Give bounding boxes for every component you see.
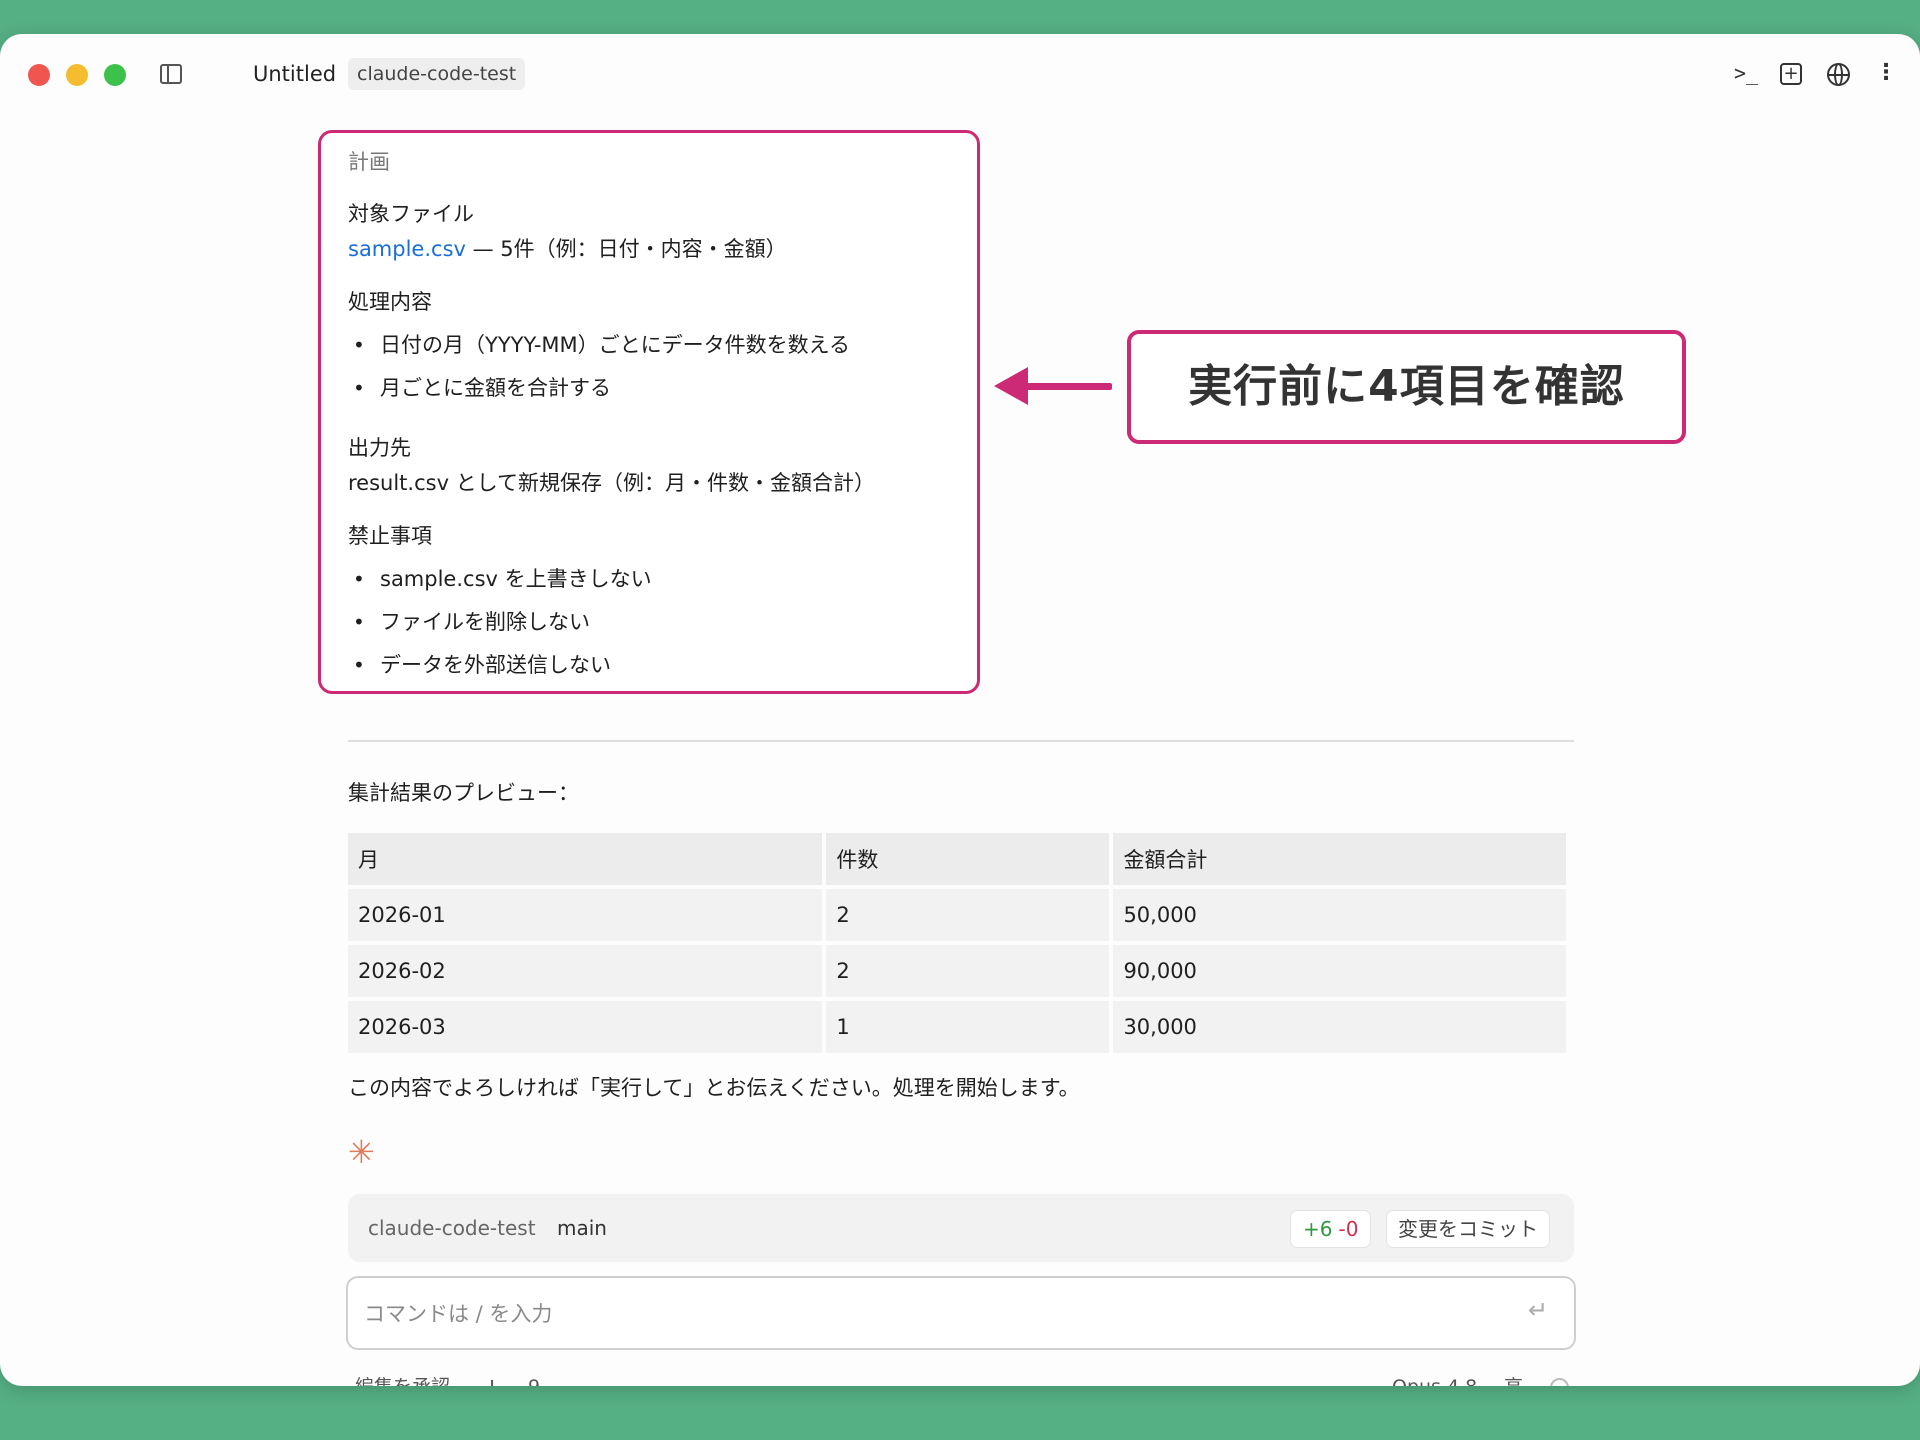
callout-box: 実行前に4項目を確認 [1127,330,1686,444]
project-badge[interactable]: claude-code-test [348,58,526,90]
commit-button[interactable]: 変更をコミット [1386,1210,1550,1248]
repo-name: claude-code-test [368,1216,536,1240]
result-table: 月 件数 金額合計 2026-01 2 50,000 2026-02 2 90,… [344,829,1570,1057]
list-item: 日付の月（YYYY-MM）ごとにデータ件数を数える [348,324,968,367]
target-file-title: 対象ファイル [348,202,474,226]
plan-panel: 計画 対象ファイル sample.csv — 5件（例：日付・内容・金額） 処理… [348,146,968,709]
header-month: 月 [348,833,823,885]
prohibit-title: 禁止事項 [348,524,432,548]
table-cell: 2026-02 [348,945,823,997]
output-text: result.csv として新規保存（例：月・件数・金額合計） [348,471,876,495]
header-count: 件数 [826,833,1110,885]
prohibit-list: sample.csv を上書きしない ファイルを削除しない データを外部送信しな… [348,558,968,687]
app-window: Untitled claude-code-test >_ + ⋮ 計画 対象ファ… [0,34,1920,1386]
effort-selector[interactable]: 高 [1504,1372,1523,1386]
target-file-text: sample.csv — 5件（例：日付・内容・金額） [348,236,968,262]
command-input[interactable] [364,1296,1504,1332]
table-cell: 50,000 [1113,889,1566,941]
diff-additions: +6 [1303,1217,1333,1241]
table-cell: 2026-01 [348,889,823,941]
list-item: ファイルを削除しない [348,601,968,644]
titlebar: Untitled claude-code-test >_ + ⋮ [0,34,1920,116]
table-cell: 1 [826,1001,1110,1053]
target-file-desc: — 5件（例：日付・内容・金額） [465,237,787,261]
maximize-window-button[interactable] [104,64,126,86]
minimize-window-button[interactable] [66,64,88,86]
status-circle-icon[interactable] [1550,1378,1569,1386]
diff-deletions: -0 [1338,1217,1359,1241]
chevron-down-icon[interactable]: ⌄ [556,1372,568,1386]
enter-icon[interactable]: ↵ [1528,1296,1548,1324]
table-cell: 30,000 [1113,1001,1566,1053]
table-row: 2026-03 1 30,000 [348,1001,1566,1053]
table-cell: 90,000 [1113,945,1566,997]
header-total: 金額合計 [1113,833,1566,885]
arrow-line [1018,383,1112,390]
output-title: 出力先 [348,436,411,460]
terminal-icon[interactable]: >_ [1732,58,1760,88]
more-icon[interactable]: ⋮ [1872,58,1900,88]
divider [348,740,1574,742]
spark-icon: ✳ [348,1133,375,1171]
list-item: データを外部送信しない [348,644,968,687]
sidebar-toggle-icon[interactable] [160,64,182,84]
close-window-button[interactable] [28,64,50,86]
branch-name[interactable]: main [557,1216,607,1240]
sample-csv-link[interactable]: sample.csv [348,237,466,261]
table-header-row: 月 件数 金額合計 [348,833,1566,885]
list-item: sample.csv を上書きしない [348,558,968,601]
table-cell: 2 [826,945,1110,997]
process-list: 日付の月（YYYY-MM）ごとにデータ件数を数える 月ごとに金額を合計する [348,324,968,410]
plan-heading: 計画 [348,150,390,174]
table-row: 2026-02 2 90,000 [348,945,1566,997]
list-item: 月ごとに金額を合計する [348,367,968,410]
table-cell: 2026-03 [348,1001,823,1053]
globe-icon[interactable] [1827,63,1850,86]
window-title: Untitled [253,62,337,86]
command-input-box: ↵ [346,1276,1576,1350]
preview-title: 集計結果のプレビュー： [348,781,579,805]
new-tab-icon[interactable]: + [1780,63,1802,85]
plus-icon[interactable]: + [482,1372,502,1386]
count-selector[interactable]: 9 [528,1372,540,1386]
accept-edits-button[interactable]: 編集を承認 [355,1372,450,1386]
model-selector[interactable]: Opus 4.8 [1392,1372,1477,1386]
table-cell: 2 [826,889,1110,941]
table-row: 2026-01 2 50,000 [348,889,1566,941]
bottom-toolbar: 編集を承認 + 9 ⌄ Opus 4.8 高 [348,1372,1574,1386]
git-status-bar: claude-code-test main +6 -0 変更をコミット [348,1194,1574,1262]
process-title: 処理内容 [348,290,432,314]
diff-stat-button[interactable]: +6 -0 [1290,1210,1372,1248]
confirm-text: この内容でよろしければ「実行して」とお伝えください。処理を開始します。 [348,1076,1080,1100]
